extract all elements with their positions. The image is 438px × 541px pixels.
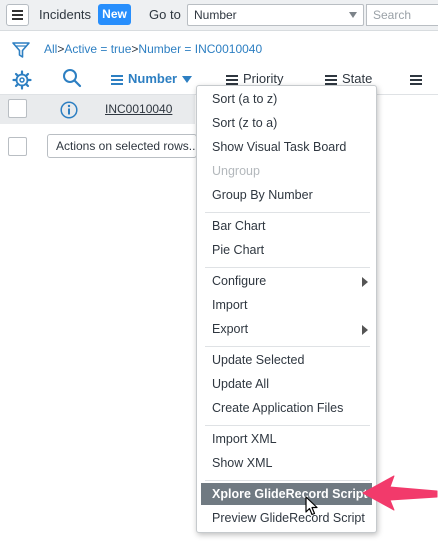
menu-item-create-application-files[interactable]: Create Application Files <box>212 401 343 415</box>
row-select-checkbox[interactable] <box>8 99 27 118</box>
menu-item-bar-chart[interactable]: Bar Chart <box>212 219 266 233</box>
mouse-pointer-icon <box>305 496 318 516</box>
menu-separator <box>205 212 370 213</box>
column-menu-icon[interactable] <box>111 73 123 87</box>
actions-on-selected-select[interactable]: Actions on selected rows... <box>47 134 197 158</box>
pink-arrow-icon <box>362 475 438 511</box>
goto-field-value: Number <box>194 8 237 22</box>
menu-item-update-selected[interactable]: Update Selected <box>212 353 304 367</box>
breadcrumb: All>Active = true>Number = INC0010040 <box>44 42 262 56</box>
menu-item-xplore-gliderecord-script[interactable]: Xplore GlideRecord Script <box>201 483 372 505</box>
select-all-checkbox[interactable] <box>8 137 27 156</box>
menu-item-configure[interactable]: Configure <box>212 274 266 288</box>
menu-item-preview-gliderecord-script[interactable]: Preview GlideRecord Script <box>212 511 365 525</box>
new-button[interactable]: New <box>98 4 131 25</box>
column-header-number-label: Number <box>128 71 178 86</box>
column-menu-icon[interactable] <box>410 73 422 87</box>
hamburger-menu-button[interactable] <box>6 4 29 26</box>
list-title: Incidents <box>39 7 92 22</box>
goto-label: Go to <box>149 7 181 22</box>
goto-field-select[interactable]: Number <box>187 4 364 26</box>
column-header-next[interactable] <box>410 71 427 87</box>
menu-item-show-visual-task-board[interactable]: Show Visual Task Board <box>212 140 346 154</box>
record-number-link[interactable]: INC0010040 <box>105 102 172 116</box>
search-icon[interactable] <box>62 68 82 88</box>
menu-item-group-by-number[interactable]: Group By Number <box>212 188 313 202</box>
column-header-priority-label: Priority <box>243 71 284 86</box>
chevron-right-icon <box>362 325 368 335</box>
sort-descending-icon <box>182 76 193 84</box>
menu-item-sort-a-to-z[interactable]: Sort (a to z) <box>212 92 277 106</box>
menu-separator <box>205 425 370 426</box>
menu-item-ungroup: Ungroup <box>212 164 260 178</box>
chevron-down-icon <box>349 12 357 18</box>
menu-item-show-xml[interactable]: Show XML <box>212 456 272 470</box>
menu-separator <box>205 267 370 268</box>
menu-item-sort-z-to-a[interactable]: Sort (z to a) <box>212 116 277 130</box>
breadcrumb-all[interactable]: All <box>44 42 57 56</box>
menu-item-import[interactable]: Import <box>212 298 247 312</box>
funnel-icon[interactable] <box>12 41 30 59</box>
menu-item-import-xml[interactable]: Import XML <box>212 432 277 446</box>
menu-item-export[interactable]: Export <box>212 322 248 336</box>
chevron-right-icon <box>362 277 368 287</box>
menu-item-update-all[interactable]: Update All <box>212 377 269 391</box>
breadcrumb-number-condition[interactable]: Number = INC0010040 <box>138 42 262 56</box>
search-input[interactable] <box>366 4 438 26</box>
menu-item-pie-chart[interactable]: Pie Chart <box>212 243 264 257</box>
menu-separator <box>205 346 370 347</box>
gear-icon[interactable] <box>12 70 32 90</box>
column-context-menu: Sort (a to z) Sort (z to a) Show Visual … <box>196 85 377 533</box>
column-header-state-label: State <box>342 71 373 86</box>
breadcrumb-active-condition[interactable]: Active = true <box>64 42 131 56</box>
column-header-number[interactable]: Number <box>111 71 193 87</box>
menu-separator <box>205 480 370 481</box>
info-icon[interactable] <box>60 101 78 119</box>
